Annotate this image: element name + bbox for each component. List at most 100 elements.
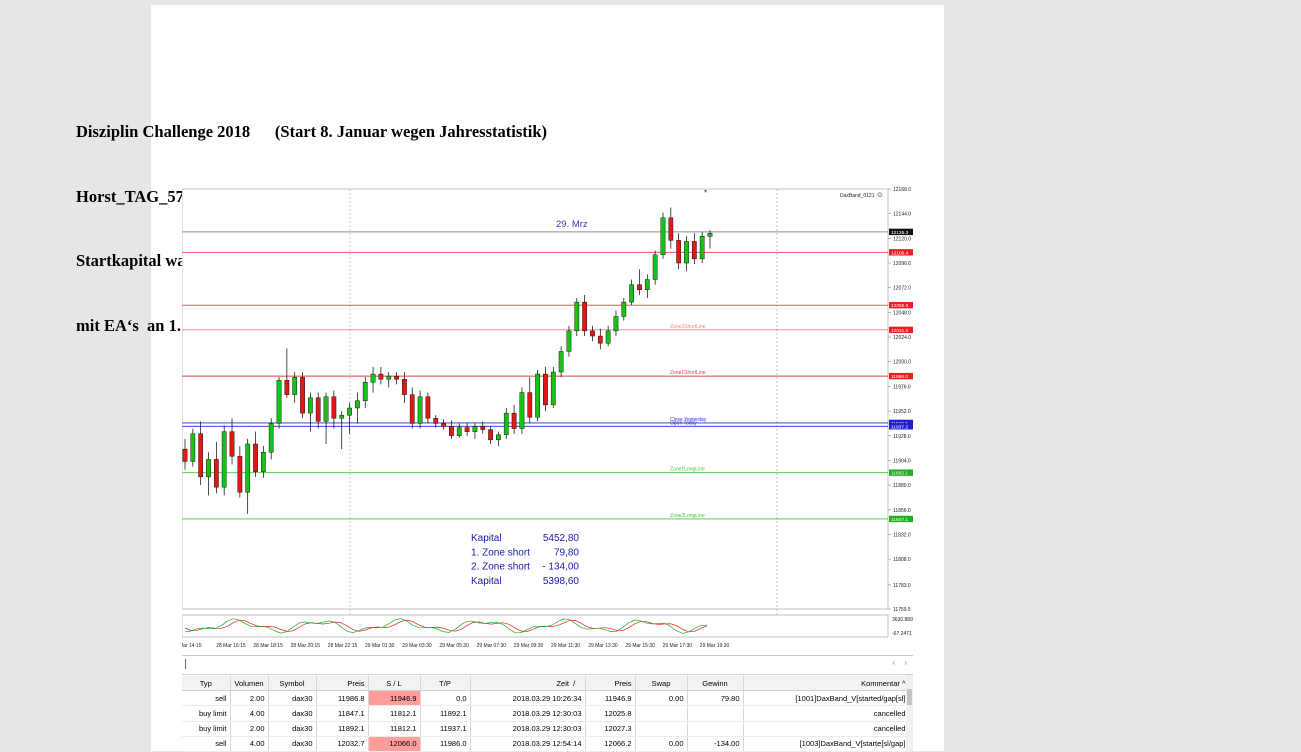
x-tick-label: 29 Mar 15:30 [625,643,655,649]
trade-cell-swap [635,721,688,737]
summary-label: 2. Zone short [471,562,530,573]
scroll-thumb[interactable] [185,659,186,669]
price-tag-label: 12106.4 [891,250,909,256]
col-header[interactable]: Typ [182,676,231,692]
col-header[interactable]: Preis [585,676,636,692]
candle [535,373,540,418]
trade-cell-gewinn [687,721,744,737]
summary-label: Kapital [471,533,502,544]
level-line-label: Zone1LongLine [670,467,705,473]
candle [511,412,517,429]
indicator-label: -67.2471 [892,631,912,637]
y-tick-label: 11976.0 [893,384,911,390]
trade-row[interactable]: sell 4.00 dax30 12032.7 12066.0 11986.0 2018.0… [182,736,910,752]
trade-cell-tp: 11937.1 [420,721,471,737]
trade-cell-swap [635,705,688,722]
candle [198,433,204,478]
scroll-right-icon[interactable]: › [904,658,907,667]
trade-cell-preis2: 12027.3 [585,721,636,737]
x-tick-label: 29 Mar 13:30 [588,643,618,649]
candle [268,423,274,453]
col-header[interactable]: T/P [420,676,471,692]
y-tick-label: 11759.5 [893,607,911,613]
scroll-up-icon[interactable]: ^ [902,679,906,688]
heading-line-1: Disziplin Challenge 2018 (Start 8. Janua… [76,122,548,141]
trade-cell-sym: dax30 [268,705,317,722]
trade-cell-zeit: 2018.03.29 12:54:14 [470,736,586,752]
x-tick-label: 29 Mar 03:30 [402,643,432,649]
trade-cell-preis: 12032.7 [316,736,369,752]
candle [590,330,595,337]
trade-cell-gewinn: 79.80 [687,690,744,707]
x-tick-label: 28 Mar 18:15 [253,643,283,649]
price-tag-label: 11892.1 [891,471,908,477]
chart-date-label: 29. Mrz [556,219,588,230]
x-tick-label: 29 Mar 17:30 [663,643,693,649]
trade-cell-zeit: 2018.03.29 10:26:34 [470,690,586,707]
x-tick-label: 29 Mar 01:30 [365,643,395,649]
level-line-label: Open Today [670,420,697,426]
trade-cell-sl: 12066.0 [368,736,421,752]
trade-cell-komm: cancelled [743,705,910,722]
trade-row[interactable]: sell 2.00 dax30 11986.8 11946.9 0.0 2018.03.29… [182,690,910,707]
trade-row[interactable]: buy limit 4.00 dax30 11847.1 11812.1 11892.1 2… [182,705,910,722]
trade-cell-vol: 2.00 [230,690,269,707]
candle [464,427,470,432]
scroll-left-icon[interactable]: ‹ [892,658,895,667]
chart-marker-icon: ▾ [704,188,707,195]
candle [684,241,689,264]
y-tick-label: 11880.0 [893,483,911,489]
x-tick-label: 29 Mar 05:30 [439,643,469,649]
trade-cell-preis: 11986.8 [316,690,369,707]
x-tick-label: 28 Mar 16:15 [216,643,246,649]
trade-cell-vol: 4.00 [230,705,269,722]
candle [558,351,564,373]
candle [456,427,462,436]
candle [409,394,415,424]
x-tick-label: 28 Mar 20:15 [291,643,321,649]
col-header[interactable]: Swap [635,676,688,692]
candle [574,301,580,332]
candle [237,456,243,493]
candle [315,397,321,422]
candle [417,396,423,424]
trade-cell-sym: dax30 [268,690,317,707]
candle [425,396,431,419]
col-header[interactable]: S / L [368,676,421,692]
trade-row[interactable]: buy limit 2.00 dax30 11892.1 11812.1 11937.1 2… [182,721,910,737]
candle [660,217,666,256]
col-header[interactable]: Gewinn [687,676,744,692]
y-tick-label: 12048.0 [893,310,911,316]
candle [300,376,305,414]
x-tick-label: 29 Mar 19:30 [700,643,730,649]
candle [245,443,251,493]
price-chart[interactable]: Zone2ShortLine Zone1ShortLine Close Yester… [182,185,915,655]
col-header[interactable]: Symbol [268,676,317,692]
price-chart-svg[interactable]: Zone2ShortLineZone1ShortLineClose Yester… [182,185,915,655]
candle [213,459,219,488]
col-header[interactable]: Preis [316,676,369,692]
trade-scroll-thumb[interactable] [907,689,912,705]
candle [496,434,501,441]
trade-cell-komm: cancelled [743,721,910,737]
trade-cell-gewinn [687,705,744,722]
candle [284,380,290,395]
col-header[interactable]: Zeit / [470,676,586,692]
trade-scrollbar[interactable] [906,675,913,751]
candle [488,429,493,441]
candle [378,373,384,380]
candle [566,330,572,352]
trade-cell-swap: 0.00 [635,736,688,752]
y-tick-label: 11783.0 [893,583,911,589]
col-header[interactable]: Kommentar ^ [743,676,910,692]
candle [386,375,392,380]
x-tick-label: 29 Mar 11:30 [551,643,580,649]
trade-cell-tp: 0.0 [420,690,471,707]
candle [276,380,282,424]
candle [370,373,376,383]
candle [582,301,587,332]
trade-cell-komm: [1003]DaxBand_V[starte[sl/gap] [743,736,910,752]
col-header[interactable]: Volumen [230,676,269,692]
chart-scrollbar[interactable]: ‹ › [182,655,913,675]
candle [597,335,603,344]
